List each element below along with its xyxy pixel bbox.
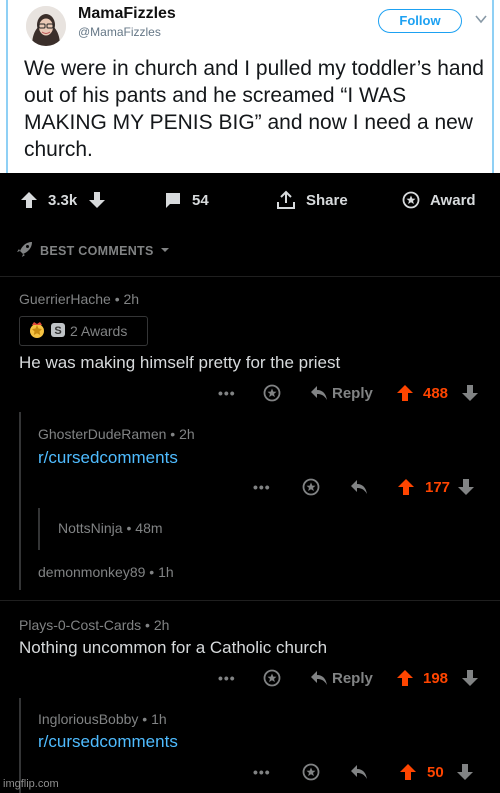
more-options-icon[interactable]: ••• <box>253 758 271 786</box>
comment-body: Nothing uncommon for a Catholic church <box>19 638 328 657</box>
comment-score: 488 <box>423 384 449 402</box>
award-icon[interactable] <box>302 473 320 501</box>
upvote-icon[interactable] <box>396 379 414 407</box>
downvote-icon <box>88 191 106 209</box>
comment-time: 2h <box>179 426 195 442</box>
downvote-icon[interactable] <box>457 473 475 501</box>
more-options-icon[interactable]: ••• <box>218 379 236 407</box>
comment-author[interactable]: IngloriousBobby <box>38 711 138 727</box>
award-icon[interactable] <box>263 664 281 692</box>
comment-meta: NottsNinja • 48m <box>58 520 163 536</box>
comment-author[interactable]: GhosterDudeRamen <box>38 426 166 442</box>
upvote-button[interactable] <box>20 176 38 224</box>
tweet-frame: MamaFizzles @MamaFizzles Follow We were … <box>6 0 494 173</box>
rocket-icon <box>16 240 34 261</box>
comment-score: 50 <box>427 763 444 781</box>
svg-text:S: S <box>54 325 61 337</box>
reply-icon[interactable] <box>350 758 368 786</box>
divider <box>0 276 500 277</box>
comment-actions: ••• 177 <box>0 473 500 501</box>
comment-time: 2h <box>153 617 170 633</box>
comment-time: 1h <box>151 711 167 727</box>
comment-author[interactable]: Plays-0-Cost-Cards <box>19 617 141 633</box>
comments-button[interactable]: 54 <box>164 176 209 224</box>
reply-button[interactable]: Reply <box>310 379 373 407</box>
comment-body: He was making himself pretty for the pri… <box>19 353 341 372</box>
upvote-icon[interactable] <box>396 664 414 692</box>
sort-label: BEST COMMENTS <box>40 243 154 258</box>
reply-label: Reply <box>332 384 373 402</box>
reply-icon[interactable] <box>350 473 368 501</box>
comment-time: 2h <box>123 291 140 307</box>
comment-sort-dropdown[interactable]: BEST COMMENTS <box>16 240 170 261</box>
comment-time: 48m <box>135 520 163 536</box>
award-icon[interactable] <box>302 758 320 786</box>
award-label: Award <box>430 191 476 209</box>
comment-author[interactable]: demonmonkey89 <box>38 564 145 580</box>
reply-button[interactable]: Reply <box>310 664 373 692</box>
helpful-award-icon <box>28 321 46 342</box>
downvote-icon[interactable] <box>461 664 479 692</box>
comment-time: 1h <box>158 564 174 580</box>
comment-author[interactable]: GuerrierHache <box>19 291 111 307</box>
upvote-icon[interactable] <box>399 758 417 786</box>
comment-actions: ••• Reply 198 <box>0 664 500 692</box>
tweet-card: MamaFizzles @MamaFizzles Follow We were … <box>0 0 500 176</box>
tweet-author-name[interactable]: MamaFizzles <box>78 5 176 23</box>
reply-label: Reply <box>332 669 373 687</box>
subreddit-link[interactable]: r/cursedcomments <box>38 448 178 468</box>
comment-meta: IngloriousBobby • 1h <box>38 711 167 727</box>
share-button[interactable]: Share <box>276 176 348 224</box>
share-icon <box>276 190 296 210</box>
downvote-button[interactable] <box>88 176 106 224</box>
downvote-icon[interactable] <box>456 758 474 786</box>
post-score: 3.3k <box>48 191 78 209</box>
awards-box[interactable]: S 2 Awards <box>19 316 148 346</box>
tweet-author-handle[interactable]: @MamaFizzles <box>78 25 161 39</box>
comment-meta: Plays-0-Cost-Cards • 2h <box>19 617 170 633</box>
tweet-text: We were in church and I pulled my toddle… <box>24 57 484 161</box>
comment-author[interactable]: NottsNinja <box>58 520 123 536</box>
award-icon <box>402 191 420 209</box>
divider <box>0 600 500 601</box>
silver-award-icon: S <box>50 322 66 341</box>
follow-button[interactable]: Follow <box>378 9 462 33</box>
thread-line[interactable] <box>19 412 21 590</box>
caret-down-icon <box>160 244 170 258</box>
downvote-icon[interactable] <box>461 379 479 407</box>
upvote-icon[interactable] <box>397 473 415 501</box>
more-options-icon[interactable]: ••• <box>218 664 236 692</box>
comment-count: 54 <box>192 191 209 209</box>
watermark: imgflip.com <box>3 778 59 790</box>
upvote-icon <box>20 191 38 209</box>
share-label: Share <box>306 191 348 209</box>
chevron-down-icon[interactable] <box>474 12 488 26</box>
comment-actions: ••• Reply 488 <box>0 379 500 407</box>
comment-icon <box>164 191 182 209</box>
more-options-icon[interactable]: ••• <box>253 473 271 501</box>
thread-line[interactable] <box>38 508 40 550</box>
comment-score: 198 <box>423 669 449 687</box>
comment-score: 177 <box>425 478 451 496</box>
awards-count: 2 Awards <box>70 323 128 339</box>
award-icon[interactable] <box>263 379 281 407</box>
subreddit-link[interactable]: r/cursedcomments <box>38 732 178 752</box>
comment-meta: GuerrierHache • 2h <box>19 291 140 307</box>
avatar[interactable] <box>26 6 66 46</box>
comment-actions: ••• 50 <box>0 758 500 786</box>
award-button[interactable]: Award <box>402 176 476 224</box>
comment-meta: GhosterDudeRamen • 2h <box>38 426 195 442</box>
post-action-bar: 3.3k 54 Share Award <box>0 176 500 224</box>
comment-meta: demonmonkey89 • 1h <box>38 564 174 580</box>
